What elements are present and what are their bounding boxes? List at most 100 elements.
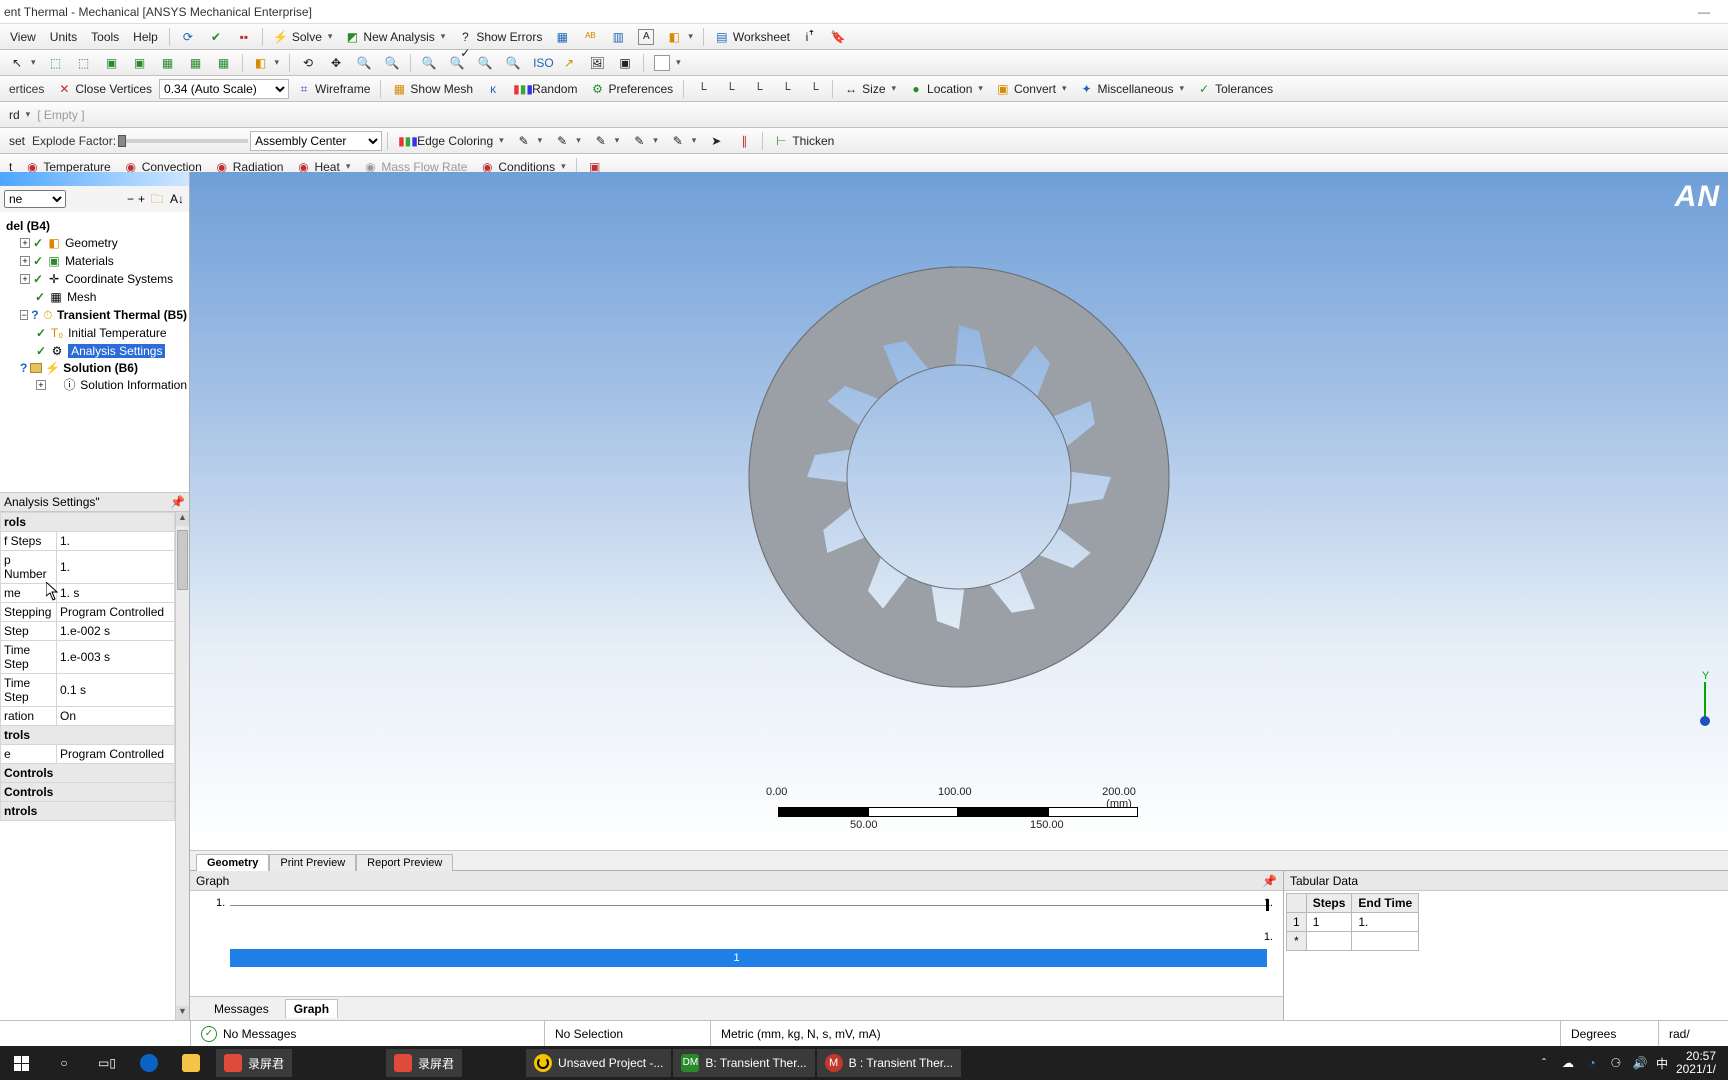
tree-analysis-settings[interactable]: ✓⚙Analysis Settings	[2, 342, 187, 360]
tray-volume-icon[interactable]: 🔊	[1632, 1055, 1648, 1071]
row-stepping-v[interactable]: Program Controlled	[57, 603, 175, 622]
close-vertices-button[interactable]: ✕Close Vertices	[51, 79, 157, 99]
system-tray[interactable]: ˆ ☁ ◔ ⚆ 🔊 中 20:57 2021/1/	[1536, 1050, 1722, 1076]
cat-4[interactable]: Controls	[1, 783, 175, 802]
row-1-steps[interactable]: 1	[1306, 913, 1352, 932]
zoom-out-button[interactable]: 🔍	[379, 53, 405, 73]
edge-style-4[interactable]: ✎	[626, 131, 663, 151]
look-at-button[interactable]: ↗	[556, 53, 582, 73]
taskbar-mechanical[interactable]: MB : Transient Ther...	[817, 1049, 962, 1077]
graph-pin-icon[interactable]: 📌	[1262, 874, 1277, 888]
details-grid[interactable]: rols f Steps1. p Number1. me1. s Steppin…	[0, 512, 189, 1020]
set-button[interactable]: set	[4, 132, 30, 150]
scroll-down-icon[interactable]: ▼	[176, 1006, 189, 1020]
details-scrollbar[interactable]: ▲ ▼	[175, 512, 189, 1020]
search-button[interactable]: ○	[48, 1049, 88, 1077]
sel-vertex[interactable]: ⬚	[43, 53, 69, 73]
tree-geometry[interactable]: +✓◧Geometry	[2, 234, 187, 252]
taskbar-explorer[interactable]	[174, 1049, 214, 1077]
tree-transient[interactable]: −?⏱Transient Thermal (B5)	[2, 306, 187, 324]
sel-edge[interactable]: ⬚	[71, 53, 97, 73]
tray-clock[interactable]: 20:57 2021/1/	[1676, 1050, 1716, 1076]
tray-ime[interactable]: 中	[1656, 1055, 1668, 1072]
row-steps-v[interactable]: 1.	[57, 532, 175, 551]
rd-button[interactable]: rd	[4, 106, 35, 124]
info-cursor-button[interactable]: iꜛ	[797, 27, 823, 47]
tab-print-preview[interactable]: Print Preview	[269, 854, 356, 871]
tree-sort[interactable]: A↓	[169, 191, 185, 207]
tag-button[interactable]: 🔖	[825, 27, 851, 47]
tray-wifi-icon[interactable]: ⚆	[1608, 1055, 1624, 1071]
scroll-thumb[interactable]	[177, 530, 188, 590]
graphics-viewport[interactable]: AN	[190, 172, 1728, 850]
zoom-prev-button[interactable]: 🔍	[500, 53, 526, 73]
row-new-end[interactable]	[1352, 932, 1419, 951]
tray-app-icon[interactable]: ◔	[1584, 1055, 1600, 1071]
scale-select[interactable]: 0.34 (Auto Scale)	[159, 79, 289, 99]
tree-solution-info[interactable]: +✓ⓘSolution Information	[2, 376, 187, 394]
axis-l5[interactable]: └	[801, 79, 827, 99]
axis-l3[interactable]: └	[745, 79, 771, 99]
col-end-time[interactable]: End Time	[1352, 894, 1419, 913]
sel-node[interactable]: ▦	[155, 53, 181, 73]
windows-taskbar[interactable]: ○ ▭▯ 录屏君 录屏君 Unsaved Project -... DMB: T…	[0, 1046, 1728, 1080]
pin-icon[interactable]: 📌	[170, 495, 185, 509]
row-1-idx[interactable]: 1	[1287, 913, 1307, 932]
worksheet-button[interactable]: ▤Worksheet	[709, 27, 795, 47]
icon-btn-1[interactable]: ▦	[549, 27, 575, 47]
taskbar-recorder-2[interactable]: 录屏君	[386, 1049, 462, 1077]
outline-filter[interactable]: ne	[4, 190, 66, 208]
icon-btn-4[interactable]: A	[633, 27, 659, 47]
size-menu[interactable]: ↔Size	[838, 79, 901, 99]
row-integration-v[interactable]: On	[57, 707, 175, 726]
row-endtime-v[interactable]: 1. s	[57, 584, 175, 603]
thicken-button[interactable]: ⊢Thicken	[768, 131, 839, 151]
start-button[interactable]	[6, 1049, 46, 1077]
row-maxtstep-v[interactable]: 0.1 s	[57, 674, 175, 707]
tree-initial-temp[interactable]: ✓T₀Initial Temperature	[2, 324, 187, 342]
taskbar-workbench[interactable]: Unsaved Project -...	[526, 1049, 671, 1077]
refresh-button[interactable]: ⟳	[175, 27, 201, 47]
graph-marker[interactable]	[1266, 899, 1269, 911]
tray-onedrive-icon[interactable]: ☁	[1560, 1055, 1576, 1071]
outline-tree[interactable]: del (B4) +✓◧Geometry +✓▣Materials +✓✛Coo…	[0, 212, 189, 492]
zoom-sel-button[interactable]: 🔍	[472, 53, 498, 73]
row-solver-v[interactable]: Program Controlled	[57, 745, 175, 764]
zoom-fit-button[interactable]: 🔍	[444, 53, 470, 73]
tree-coord[interactable]: +✓✛Coordinate Systems	[2, 270, 187, 288]
cat-3[interactable]: Controls	[1, 764, 175, 783]
tree-materials[interactable]: +✓▣Materials	[2, 252, 187, 270]
menu-view[interactable]: View	[4, 28, 42, 46]
minimize-button[interactable]: —	[1684, 5, 1724, 19]
scroll-up-icon[interactable]: ▲	[176, 512, 189, 526]
menu-help[interactable]: Help	[127, 28, 164, 46]
edge-style-1[interactable]: ✎	[511, 131, 548, 151]
menu-units[interactable]: Units	[44, 28, 83, 46]
rotate-button[interactable]: ⟲	[295, 53, 321, 73]
tree-collapse[interactable]: −	[127, 192, 134, 206]
show-mesh-button[interactable]: ▦Show Mesh	[386, 79, 478, 99]
task-view-button[interactable]: ▭▯	[90, 1049, 130, 1077]
edge-style-5[interactable]: ✎	[665, 131, 702, 151]
zoom-in-button[interactable]: 🔍	[351, 53, 377, 73]
icon-btn-5[interactable]: ◧	[661, 27, 698, 47]
vertices-button[interactable]: ertices	[4, 80, 49, 98]
location-menu[interactable]: ●Location	[903, 79, 988, 99]
wireframe-button[interactable]: ⌗Wireframe	[291, 79, 375, 99]
pan-button[interactable]: ✥	[323, 53, 349, 73]
cat-step-controls[interactable]: rols	[1, 513, 175, 532]
row-stepnum-v[interactable]: 1.	[57, 551, 175, 584]
tabular-body[interactable]: Steps End Time 1 1 1. *	[1284, 891, 1728, 1020]
row-new-steps[interactable]	[1306, 932, 1352, 951]
new-analysis-button[interactable]: ◩New Analysis	[339, 27, 450, 47]
view-mode[interactable]	[649, 53, 686, 73]
random-button[interactable]: ▮▮▮Random	[508, 79, 582, 99]
tray-up-icon[interactable]: ˆ	[1536, 1055, 1552, 1071]
sel-elem[interactable]: ▦	[183, 53, 209, 73]
tab-geometry[interactable]: Geometry	[196, 854, 269, 871]
zoom-box-button[interactable]: 🔍	[416, 53, 442, 73]
bars-tool[interactable]: ∥	[731, 131, 757, 151]
menu-tools[interactable]: Tools	[85, 28, 125, 46]
img-button[interactable]: 🖼	[584, 53, 610, 73]
tab-graph[interactable]: Graph	[285, 999, 338, 1018]
